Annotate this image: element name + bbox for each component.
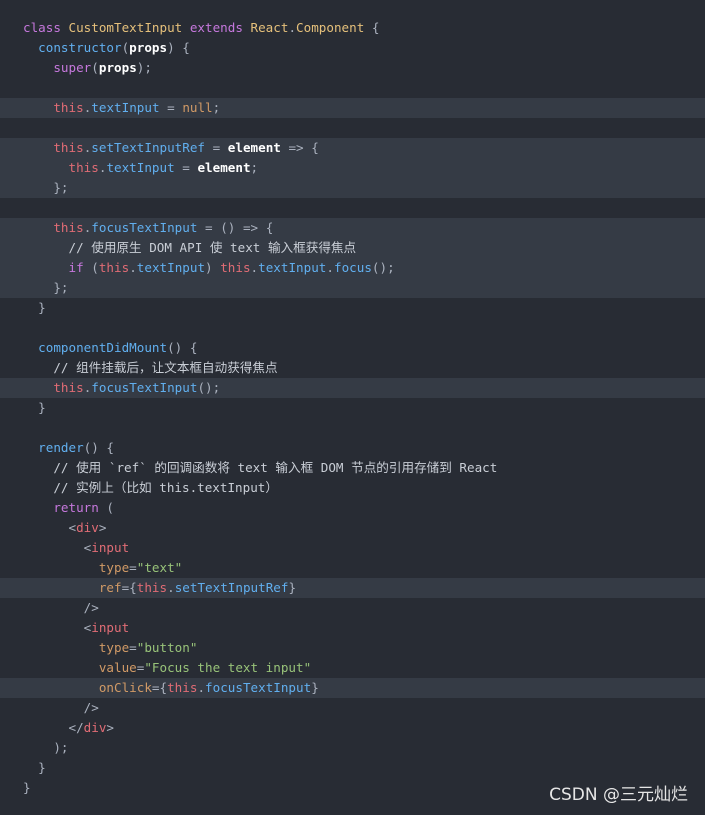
- code-line-text: componentDidMount() {: [38, 340, 198, 355]
- code-line-text: this.textInput = null;: [53, 100, 221, 115]
- code-line-text: ref={this.setTextInputRef}: [98, 580, 297, 595]
- code-line-text: />: [83, 600, 99, 615]
- code-line: this.textInput = element;: [0, 158, 705, 178]
- code-line-text: }: [23, 400, 46, 415]
- code-line: // 组件挂载后，让文本框自动获得焦点: [0, 358, 705, 378]
- code-line-text: // 实例上（比如 this.textInput）: [53, 480, 278, 495]
- code-line: constructor(props) {: [0, 38, 705, 58]
- code-line: // 实例上（比如 this.textInput）: [0, 478, 705, 498]
- code-line: if (this.textInput) this.textInput.focus…: [0, 258, 705, 278]
- code-line: <input: [0, 618, 705, 638]
- code-block: class CustomTextInput extends React.Comp…: [0, 0, 705, 815]
- code-line: };: [0, 178, 705, 198]
- code-line-text: super(props);: [53, 60, 152, 75]
- code-line: this.textInput = null;: [0, 98, 705, 118]
- code-line-text: // 使用 `ref` 的回调函数将 text 输入框 DOM 节点的引用存储到…: [53, 460, 498, 475]
- code-line-text: return (: [53, 500, 115, 515]
- code-line-text: onClick={this.focusTextInput}: [98, 680, 319, 695]
- code-line: this.focusTextInput();: [0, 378, 705, 398]
- code-line-text: this.textInput = element;: [68, 160, 259, 175]
- code-line: value="Focus the text input": [0, 658, 705, 678]
- code-line: <input: [0, 538, 705, 558]
- code-line-text: if (this.textInput) this.textInput.focus…: [68, 260, 395, 275]
- code-line-text: <input: [83, 620, 130, 635]
- code-line-text: </div>: [68, 720, 115, 735]
- code-line: type="text": [0, 558, 705, 578]
- code-line-text: type="button": [98, 640, 198, 655]
- code-line-text: class CustomTextInput extends React.Comp…: [23, 20, 380, 35]
- code-line: this.focusTextInput = () => {: [0, 218, 705, 238]
- code-line: return (: [0, 498, 705, 518]
- code-line-text: constructor(props) {: [38, 40, 190, 55]
- code-line: }: [0, 758, 705, 778]
- code-line: />: [0, 698, 705, 718]
- code-line: // 使用 `ref` 的回调函数将 text 输入框 DOM 节点的引用存储到…: [0, 458, 705, 478]
- code-line: render() {: [0, 438, 705, 458]
- watermark: CSDN @三元灿烂: [549, 785, 688, 805]
- code-line-text: }: [23, 760, 46, 775]
- code-line: class CustomTextInput extends React.Comp…: [0, 18, 705, 38]
- code-line-text: };: [23, 280, 69, 295]
- code-line-text: }: [23, 300, 46, 315]
- code-line: super(props);: [0, 58, 705, 78]
- code-line: this.setTextInputRef = element => {: [0, 138, 705, 158]
- code-line: }: [0, 398, 705, 418]
- code-line: />: [0, 598, 705, 618]
- code-line-text: // 使用原生 DOM API 使 text 输入框获得焦点: [68, 240, 357, 255]
- code-lines: class CustomTextInput extends React.Comp…: [0, 18, 705, 798]
- code-line: ref={this.setTextInputRef}: [0, 578, 705, 598]
- code-line: componentDidMount() {: [0, 338, 705, 358]
- code-line-text: // 组件挂载后，让文本框自动获得焦点: [53, 360, 278, 375]
- code-line: // 使用原生 DOM API 使 text 输入框获得焦点: [0, 238, 705, 258]
- code-line-text: );: [23, 740, 69, 755]
- code-line-text: this.focusTextInput();: [53, 380, 221, 395]
- code-line: };: [0, 278, 705, 298]
- code-line-text: <input: [83, 540, 130, 555]
- code-line-text: />: [83, 700, 99, 715]
- code-line: );: [0, 738, 705, 758]
- code-line-text: };: [23, 180, 69, 195]
- code-line: }: [0, 298, 705, 318]
- code-line: type="button": [0, 638, 705, 658]
- code-line-text: render() {: [38, 440, 115, 455]
- code-line: <div>: [0, 518, 705, 538]
- code-line-text: this.setTextInputRef = element => {: [53, 140, 319, 155]
- code-line-text: }: [23, 780, 31, 795]
- code-line-text: this.focusTextInput = () => {: [53, 220, 274, 235]
- code-line: onClick={this.focusTextInput}: [0, 678, 705, 698]
- code-line-text: <div>: [68, 520, 107, 535]
- code-line: </div>: [0, 718, 705, 738]
- code-line-text: value="Focus the text input": [98, 660, 312, 675]
- code-line-text: type="text": [98, 560, 183, 575]
